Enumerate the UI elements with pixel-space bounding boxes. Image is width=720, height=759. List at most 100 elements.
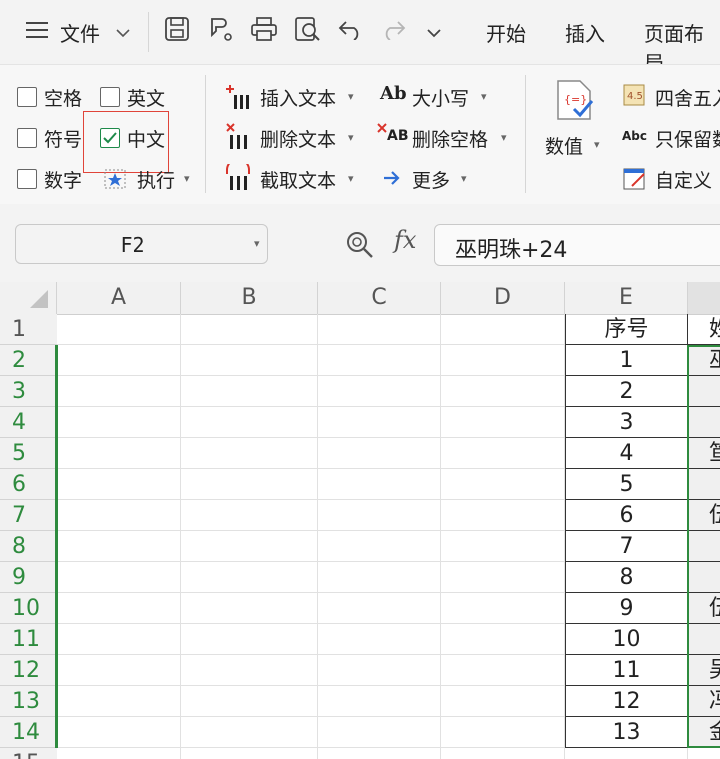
cell-c15[interactable] [318,748,441,759]
cell-a1[interactable] [57,314,181,345]
round-button[interactable]: 四舍五入 [655,84,720,111]
format-painter-icon[interactable] [206,15,234,47]
cell-a5[interactable] [57,438,181,469]
cell-d14[interactable] [441,717,565,748]
cell-c6[interactable] [318,469,441,500]
keep-only-button[interactable]: 只保留数值 [655,125,720,152]
save-icon[interactable] [164,16,190,46]
cell-c11[interactable] [318,624,441,655]
cell-d7[interactable] [441,500,565,531]
cell-e13[interactable]: 12 [565,686,688,717]
row-header[interactable]: 10 [0,593,57,624]
cell-d6[interactable] [441,469,565,500]
cell-d2[interactable] [441,345,565,376]
file-dropdown-chevron-icon[interactable] [115,24,131,43]
cell-d12[interactable] [441,655,565,686]
column-header-d[interactable]: D [441,282,565,314]
cell-e4[interactable]: 3 [565,407,688,438]
cell-c5[interactable] [318,438,441,469]
cell-a12[interactable] [57,655,181,686]
column-header-a[interactable]: A [57,282,181,314]
numeric-dropdown-icon[interactable]: ▾ [594,138,600,151]
cell-e14[interactable]: 13 [565,717,688,748]
tab-insert[interactable]: 插入 [565,18,605,47]
column-header-b[interactable]: B [181,282,318,314]
row-header[interactable]: 2 [0,345,57,376]
cell-a7[interactable] [57,500,181,531]
cell-c2[interactable] [318,345,441,376]
execute-icon[interactable] [104,169,128,195]
delete-space-button[interactable]: 删除空格 [412,125,488,152]
delete-text-dropdown-icon[interactable]: ▾ [348,131,354,144]
cell-e7[interactable]: 6 [565,500,688,531]
cell-d1[interactable] [441,314,565,345]
row-header[interactable]: 1 [0,314,57,345]
row-header[interactable]: 12 [0,655,57,686]
english-checkbox[interactable] [100,87,120,107]
cell-c13[interactable] [318,686,441,717]
cell-e9[interactable]: 8 [565,562,688,593]
hamburger-menu-icon[interactable] [26,20,50,44]
file-menu[interactable]: 文件 [60,18,100,47]
cell-a3[interactable] [57,376,181,407]
cell-e8[interactable]: 7 [565,531,688,562]
cell-a2[interactable] [57,345,181,376]
space-checkbox[interactable] [17,87,37,107]
row-header[interactable]: 11 [0,624,57,655]
cell-e2[interactable]: 1 [565,345,688,376]
cell-a14[interactable] [57,717,181,748]
cell-c8[interactable] [318,531,441,562]
formula-input[interactable]: 巫明珠+24 [434,224,720,266]
row-header[interactable]: 15 [0,748,57,759]
cell-d10[interactable] [441,593,565,624]
cell-c7[interactable] [318,500,441,531]
tab-start[interactable]: 开始 [486,18,526,47]
row-header[interactable]: 7 [0,500,57,531]
print-icon[interactable] [250,16,278,46]
row-header[interactable]: 8 [0,531,57,562]
cell-b6[interactable] [181,469,318,500]
cell-c14[interactable] [318,717,441,748]
row-header[interactable]: 4 [0,407,57,438]
insert-text-button[interactable]: 插入文本 [260,84,336,111]
cell-c10[interactable] [318,593,441,624]
cell-f15[interactable] [688,748,720,759]
cell-a15[interactable] [57,748,181,759]
cell-a11[interactable] [57,624,181,655]
numeric-button[interactable]: 数值 [545,132,583,159]
name-box[interactable]: F2 ▾ [15,224,268,264]
row-header[interactable]: 13 [0,686,57,717]
cell-c1[interactable] [318,314,441,345]
insert-text-dropdown-icon[interactable]: ▾ [348,90,354,103]
row-header[interactable]: 9 [0,562,57,593]
cell-d5[interactable] [441,438,565,469]
cell-d11[interactable] [441,624,565,655]
cell-e12[interactable]: 11 [565,655,688,686]
extract-text-dropdown-icon[interactable]: ▾ [348,172,354,185]
cell-b13[interactable] [181,686,318,717]
find-zoom-icon[interactable] [345,230,375,264]
cell-c12[interactable] [318,655,441,686]
cell-a4[interactable] [57,407,181,438]
cell-f1[interactable]: 姓 [688,314,720,345]
cell-b15[interactable] [181,748,318,759]
execute-dropdown-icon[interactable]: ▾ [184,172,190,185]
digit-checkbox[interactable] [17,169,37,189]
cell-b8[interactable] [181,531,318,562]
cell-e1[interactable]: 序号 [565,314,688,345]
cell-d9[interactable] [441,562,565,593]
column-header-f[interactable] [688,282,720,314]
cell-b10[interactable] [181,593,318,624]
cell-a6[interactable] [57,469,181,500]
execute-button[interactable]: 执行 [137,166,175,193]
undo-icon[interactable] [338,18,364,44]
cell-b14[interactable] [181,717,318,748]
select-all-corner[interactable] [0,282,57,314]
cell-a13[interactable] [57,686,181,717]
cell-c4[interactable] [318,407,441,438]
row-header[interactable]: 6 [0,469,57,500]
cell-b3[interactable] [181,376,318,407]
more-dropdown-icon[interactable]: ▾ [461,172,467,185]
redo-icon[interactable] [380,18,406,44]
chinese-checkbox[interactable] [100,128,120,148]
